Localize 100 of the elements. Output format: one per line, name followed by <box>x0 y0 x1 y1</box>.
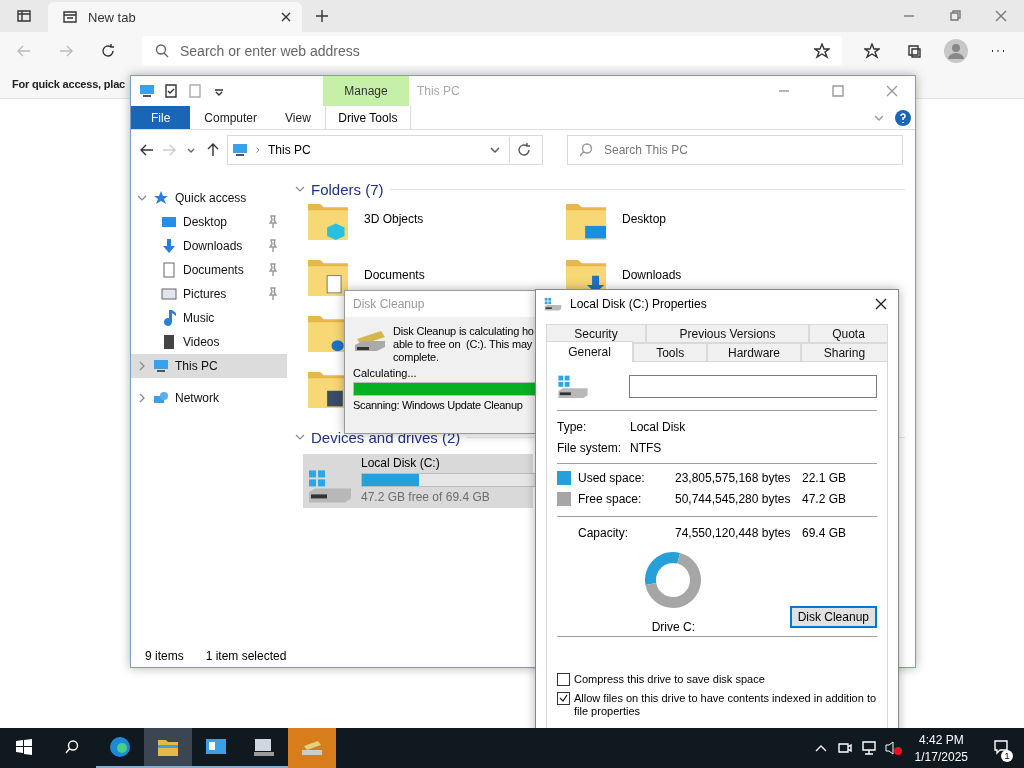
item-count: 9 items <box>145 649 184 663</box>
chevron-down-icon[interactable] <box>295 184 305 194</box>
chevron-down-icon[interactable] <box>137 193 147 203</box>
ribbon-tab[interactable]: View <box>271 106 325 129</box>
refresh-icon[interactable] <box>516 142 532 158</box>
download-icon <box>161 238 177 254</box>
field-label: Type: <box>557 420 588 435</box>
nav-item[interactable]: Desktop <box>131 210 287 234</box>
pc-icon <box>232 142 248 158</box>
avatar-icon[interactable] <box>944 39 968 63</box>
field-label: Free space: <box>578 492 643 507</box>
disk-cleanup-button[interactable]: Disk Cleanup <box>789 605 877 628</box>
ribbon-tab[interactable]: Drive Tools <box>324 106 411 129</box>
star-add-icon[interactable] <box>814 43 830 59</box>
nav-item[interactable]: Music <box>131 306 287 330</box>
dialog-tab[interactable]: Security <box>546 324 646 343</box>
tabs-icon[interactable] <box>16 8 32 24</box>
selection-count: 1 item selected <box>205 649 287 663</box>
field-value: 23,805,575,168 bytes <box>675 471 792 486</box>
close-icon[interactable] <box>873 296 889 312</box>
nav-item[interactable]: Quick access <box>131 186 287 210</box>
pc-icon <box>153 358 169 374</box>
nav-item[interactable]: Videos <box>131 330 287 354</box>
chevron-right-icon[interactable] <box>137 361 147 371</box>
address-bar[interactable]: Search or enter web address <box>142 36 842 66</box>
favorites-icon[interactable] <box>864 43 880 59</box>
dialog-title: Disk Cleanup <box>353 297 425 311</box>
folder-name[interactable]: 3D Objects <box>364 212 424 226</box>
field-value: 69.4 GB <box>802 526 848 541</box>
folder-name[interactable]: Documents <box>364 268 425 282</box>
group-heading: Folders (7) <box>311 180 384 198</box>
help-icon[interactable] <box>895 109 911 126</box>
ribbon-tab[interactable]: Computer <box>190 106 272 129</box>
dialog-tab[interactable]: Previous Versions <box>646 324 809 343</box>
field-value: Local Disk <box>630 420 687 435</box>
properties-icon[interactable] <box>163 83 179 99</box>
newtab-icon <box>62 9 78 25</box>
chevron-right-icon[interactable] <box>254 146 262 154</box>
network-icon <box>153 390 169 406</box>
search-icon <box>154 43 170 59</box>
add-icon[interactable] <box>314 8 330 24</box>
checkbox[interactable] <box>557 691 570 705</box>
browser-tab[interactable]: New tab <box>48 2 302 32</box>
dialog-tab[interactable]: Sharing <box>800 343 888 362</box>
tab-title: New tab <box>88 9 136 25</box>
desktop-icon <box>161 214 177 230</box>
field-value: NTFS <box>630 441 663 456</box>
field-value: 47.2 GB <box>802 492 848 507</box>
search-icon <box>578 142 594 158</box>
music-icon <box>161 310 177 326</box>
manage-tab[interactable]: Manage <box>323 76 409 106</box>
pc-icon <box>139 83 155 99</box>
dialog-tab[interactable]: General <box>546 341 634 362</box>
drive-label: Drive C: <box>651 619 695 634</box>
volume-muted-icon[interactable] <box>883 740 902 756</box>
search-icon[interactable] <box>64 739 80 755</box>
camera-icon[interactable] <box>836 740 853 756</box>
chevron-down-icon[interactable] <box>295 432 305 442</box>
edge-icon <box>108 736 132 758</box>
field-label: Capacity: <box>578 526 630 541</box>
folder-name[interactable]: Downloads <box>622 268 682 282</box>
collections-icon[interactable] <box>906 43 922 59</box>
nav-item[interactable]: Network <box>131 386 287 410</box>
dialog-title: Local Disk (C:) Properties <box>570 297 707 311</box>
cleanup-status: Calculating... <box>353 367 418 379</box>
dialog-tab[interactable]: Quota <box>809 324 888 343</box>
field-value: 50,744,545,280 bytes <box>675 492 792 507</box>
nav-item[interactable]: Documents <box>131 258 287 282</box>
field-label: File system: <box>557 441 622 456</box>
clock[interactable]: 4:42 PM 1/17/2025 <box>904 728 978 768</box>
field-label: Used space: <box>578 471 646 486</box>
start-icon[interactable] <box>16 739 32 755</box>
back-icon[interactable] <box>139 142 155 158</box>
notifications-icon[interactable]: 1 <box>993 738 1009 758</box>
window-title: This PC <box>417 84 460 98</box>
cleanup-message: Disk Cleanup is calculating ho able to free on (C:). This may complete. <box>393 325 534 364</box>
chevron-right-icon[interactable] <box>137 393 147 403</box>
address-field[interactable]: This PC <box>227 135 543 165</box>
dialog-tab[interactable]: Tools <box>633 343 708 362</box>
drive-name: Local Disk (C:) <box>361 456 441 470</box>
restore-icon[interactable] <box>947 8 963 24</box>
name-field[interactable] <box>629 375 877 399</box>
folder-name[interactable]: Desktop <box>622 212 667 226</box>
message-icon <box>993 738 1009 755</box>
drive-item[interactable]: Local Disk (C:) 47.2 GB free of 69.4 GB <box>303 454 533 508</box>
nav-item[interactable]: This PC <box>131 354 287 378</box>
option-label: Compress this drive to save disk space <box>574 672 765 686</box>
picture-icon <box>161 286 177 302</box>
search-field[interactable]: Search This PC <box>567 135 903 165</box>
scanning-label: Scanning: Windows Update Cleanup <box>353 399 524 411</box>
checkbox[interactable] <box>557 672 570 686</box>
nav-item[interactable]: Pictures <box>131 282 287 306</box>
field-value: 22.1 GB <box>802 471 848 486</box>
network-icon[interactable] <box>860 740 877 756</box>
favorites-hint: For quick access, plac <box>12 78 125 90</box>
dialog-tab[interactable]: Hardware <box>707 343 801 362</box>
refresh-icon[interactable] <box>100 43 116 59</box>
up-icon[interactable] <box>205 142 221 158</box>
ribbon-tab[interactable]: File <box>131 106 191 129</box>
nav-item[interactable]: Downloads <box>131 234 287 258</box>
